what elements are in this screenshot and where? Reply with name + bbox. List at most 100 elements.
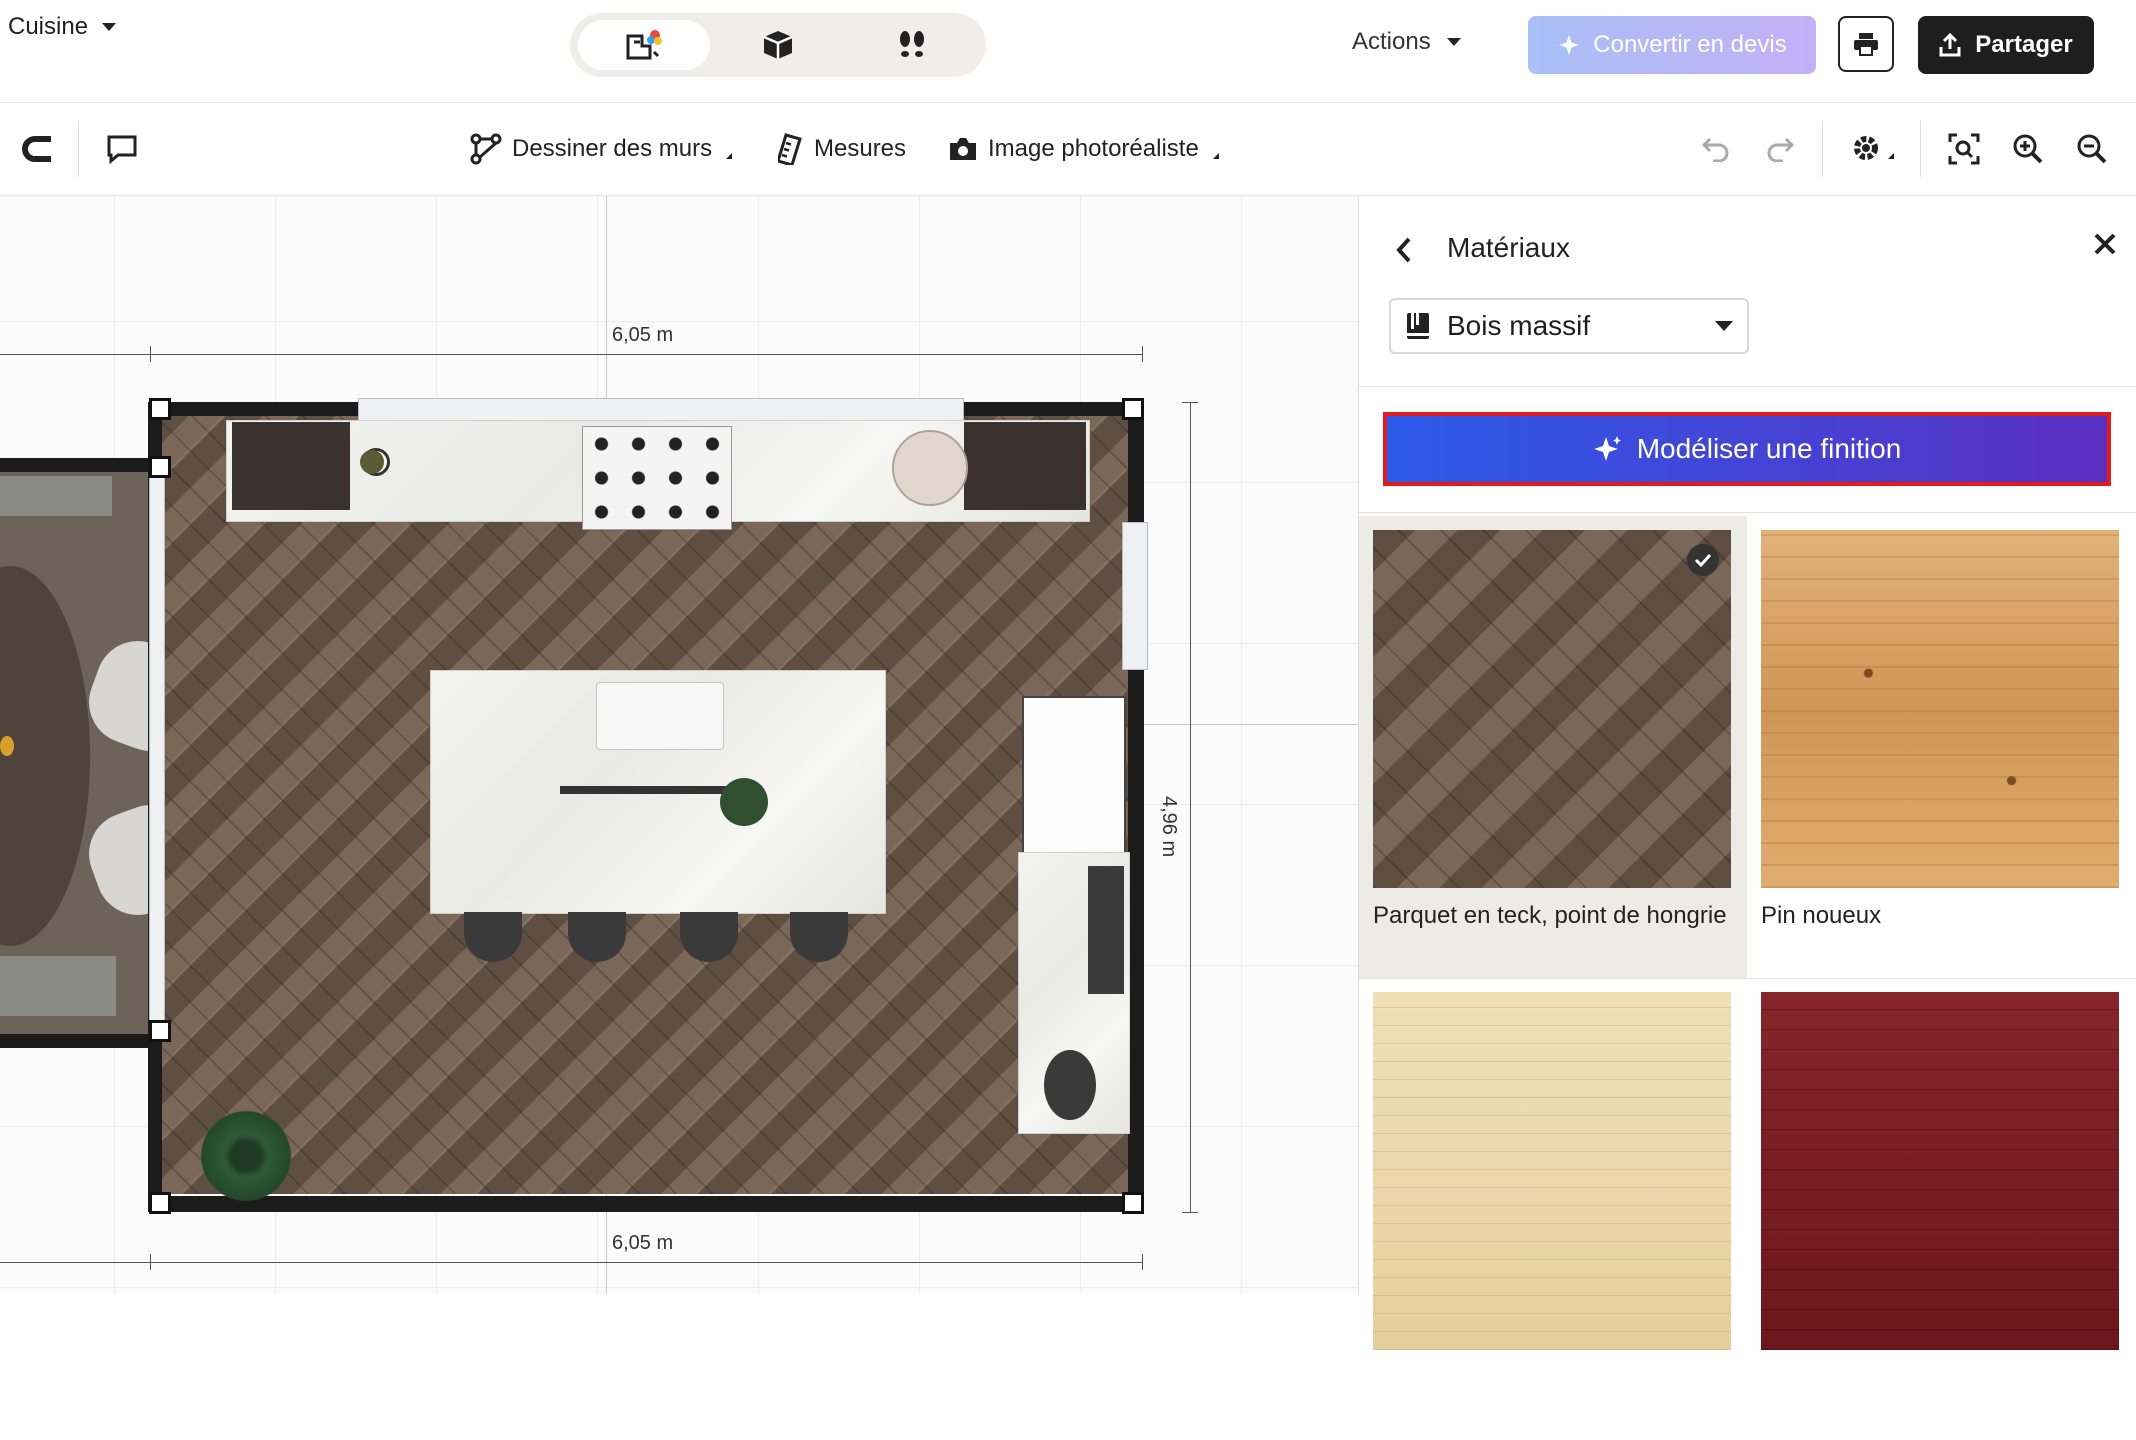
toolbar-divider — [1920, 121, 1921, 177]
decor-bowl — [360, 450, 384, 474]
wall-draw-icon — [470, 133, 502, 165]
dimension-tick — [1142, 1254, 1143, 1270]
dimension-line-right — [1190, 402, 1191, 1212]
checkmark-icon — [1687, 544, 1719, 576]
wall-corner-handle[interactable] — [149, 398, 171, 420]
magnet-icon — [22, 136, 51, 162]
comment-button[interactable] — [102, 129, 142, 169]
wall-corner-handle[interactable] — [149, 1192, 171, 1214]
settings-button[interactable] — [1848, 129, 1896, 169]
gas-cooktop[interactable] — [582, 426, 732, 530]
measures-button[interactable]: Mesures — [778, 127, 906, 171]
sparkle-icon — [1593, 436, 1621, 461]
share-upload-icon — [1939, 33, 1961, 57]
material-tile[interactable]: Parquet en teck, point de hongrie — [1359, 516, 1747, 978]
room-name: Cuisine — [8, 13, 89, 40]
round-pot — [892, 430, 968, 506]
category-value: Bois massif — [1447, 310, 1591, 341]
zoom-in-button[interactable] — [2008, 129, 2048, 169]
opening-left[interactable] — [149, 474, 165, 1036]
materials-panel: Matériaux Bois massif Modéliser une fini… — [1358, 196, 2136, 1350]
material-tile[interactable] — [1359, 978, 1747, 1440]
dimension-right-label: 4,96 m — [1158, 796, 1180, 858]
view-walkthrough-button[interactable] — [846, 20, 978, 70]
guide-line-horizontal — [1140, 724, 1358, 725]
ruler-icon — [778, 133, 802, 165]
magnet-snap-button[interactable] — [18, 129, 58, 169]
draw-walls-button[interactable]: Dessiner des murs — [470, 127, 733, 171]
wall-corner-handle[interactable] — [149, 1020, 171, 1042]
redo-icon — [1767, 137, 1795, 162]
redo-button[interactable] — [1760, 129, 1800, 169]
back-button[interactable] — [1395, 232, 1425, 268]
material-category-dropdown[interactable]: Bois massif — [1389, 298, 1749, 354]
table-decoration — [0, 736, 14, 756]
fit-view-button[interactable] — [1944, 129, 1984, 169]
divider — [1359, 512, 2136, 513]
dimension-line-top — [0, 354, 1143, 355]
chevron-down-icon — [1715, 321, 1733, 331]
zoom-out-icon — [2077, 134, 2107, 164]
wall-bottom — [148, 1196, 1144, 1212]
room-selector[interactable]: Cuisine — [8, 10, 117, 44]
wall-corner-handle[interactable] — [1122, 398, 1144, 420]
submenu-indicator-icon — [1212, 153, 1219, 159]
dimension-tick — [1182, 402, 1198, 403]
dimension-top-label: 6,05 m — [612, 324, 674, 346]
side-stool — [1044, 1050, 1096, 1120]
submenu-indicator-icon — [726, 153, 733, 159]
island-sink[interactable] — [596, 682, 724, 750]
floor-plan-canvas[interactable]: 6,05 m 6,05 m 4,96 m — [0, 196, 1358, 1294]
close-icon — [2094, 233, 2116, 255]
refrigerator[interactable] — [1022, 696, 1126, 856]
toolbar-divider — [78, 121, 79, 177]
3d-box-icon — [763, 31, 793, 59]
ai-button-label: Modéliser une finition — [1636, 433, 1902, 464]
gear-icon — [1854, 136, 1878, 160]
potted-plant-large[interactable] — [194, 1104, 298, 1208]
close-panel-button[interactable] — [2087, 226, 2123, 262]
window-right[interactable] — [1122, 522, 1148, 670]
wall — [0, 1034, 150, 1048]
material-label: Parquet en teck, point de hongrie — [1373, 902, 1727, 929]
undo-icon — [1701, 137, 1729, 162]
ai-model-finish-button[interactable]: Modéliser une finition — [1383, 412, 2111, 486]
window-top[interactable] — [358, 398, 964, 422]
share-button[interactable]: Partager — [1918, 16, 2094, 74]
wall-corner-handle[interactable] — [1122, 1192, 1144, 1214]
catalog-book-icon — [1407, 313, 1429, 339]
material-swatch — [1373, 530, 1731, 888]
side-appliance — [1088, 866, 1124, 994]
comment-icon — [107, 135, 137, 164]
sideboard — [0, 476, 112, 516]
material-tile[interactable] — [1747, 978, 2135, 1440]
photorealistic-image-button[interactable]: Image photoréaliste — [948, 127, 1219, 171]
draw-walls-label: Dessiner des murs — [512, 135, 713, 162]
submenu-indicator-icon — [1888, 153, 1894, 159]
actions-menu[interactable]: Actions — [1352, 28, 1461, 56]
material-swatch — [1761, 992, 2119, 1350]
wall — [0, 458, 150, 472]
walkthrough-footsteps-icon — [900, 31, 924, 57]
print-button[interactable] — [1838, 16, 1894, 72]
dimension-tick — [150, 1254, 151, 1270]
convert-label: Convertir en devis — [1593, 31, 1787, 58]
sideboard — [0, 956, 116, 1016]
chevron-down-icon — [1446, 38, 1461, 46]
material-swatch — [1373, 992, 1731, 1350]
toolbar-divider — [1822, 121, 1823, 177]
wall-cabinet[interactable] — [232, 422, 350, 510]
zoom-out-button[interactable] — [2072, 129, 2112, 169]
material-tile[interactable]: Pin noueux — [1747, 516, 2135, 978]
sparkle-icon — [1559, 35, 1580, 55]
view-3d-button[interactable] — [712, 20, 844, 70]
wall-cabinet[interactable] — [964, 422, 1086, 510]
chevron-down-icon — [102, 23, 117, 31]
view-2d-button[interactable] — [578, 20, 710, 70]
undo-button[interactable] — [1696, 129, 1736, 169]
potted-plant-small — [720, 778, 768, 826]
dimension-tick — [150, 346, 151, 362]
toolbar: Dessiner des murs Mesures Image photoréa… — [0, 103, 2136, 196]
convert-to-quote-button[interactable]: Convertir en devis — [1528, 16, 1816, 74]
wall-corner-handle[interactable] — [149, 456, 171, 478]
